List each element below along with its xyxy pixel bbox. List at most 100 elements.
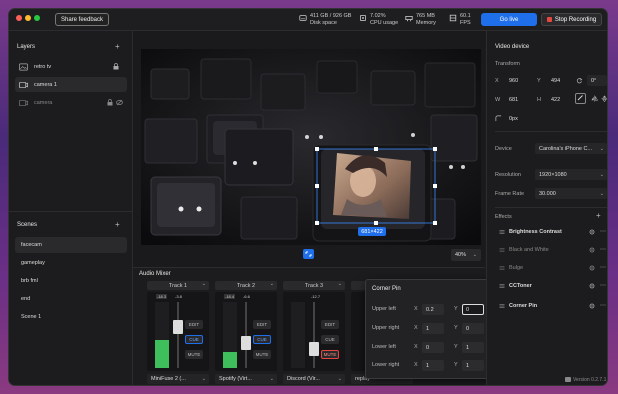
add-layer-button[interactable]: +	[115, 42, 120, 51]
h-input[interactable]: 422	[547, 94, 573, 105]
mute-button[interactable]: MUTE	[185, 350, 203, 359]
zoom-window-button[interactable]	[34, 15, 40, 21]
go-live-button[interactable]: Go live	[481, 13, 537, 26]
flip-horizontal-icon[interactable]	[591, 95, 598, 102]
corner-x-input[interactable]: 1	[422, 323, 444, 334]
close-window-button[interactable]	[16, 15, 22, 21]
lock-icon[interactable]	[107, 99, 113, 106]
resolution-value: 1920×1080	[539, 171, 567, 178]
gear-icon[interactable]	[589, 283, 595, 289]
cue-button[interactable]: CUE	[185, 335, 203, 344]
corner-radius-input[interactable]: 0px	[505, 113, 535, 124]
w-input[interactable]: 681	[505, 94, 533, 105]
layer-item[interactable]: camera 1	[15, 77, 127, 92]
more-icon[interactable]: ⋯	[600, 228, 606, 235]
mute-button[interactable]: MUTE	[321, 350, 339, 359]
volume-fader[interactable]	[309, 342, 319, 356]
y-axis-label: Y	[454, 306, 458, 312]
lock-aspect-button[interactable]	[575, 93, 586, 104]
add-scene-button[interactable]: +	[115, 220, 120, 229]
rotate-icon[interactable]	[576, 77, 583, 84]
track-header[interactable]: Track 1 ⌄	[147, 281, 209, 290]
flip-vertical-icon[interactable]	[601, 95, 608, 102]
track-channel: -18.4 -6.6 EDIT CUE MUTE	[215, 292, 277, 371]
track-source-select[interactable]: Discord (Vir... ⌄	[283, 374, 345, 384]
scene-item[interactable]: gameplay	[15, 255, 127, 271]
corner-x-input[interactable]: 0	[422, 342, 444, 353]
corner-x-input[interactable]: 1	[422, 360, 444, 371]
layer-item[interactable]: retro tv	[15, 59, 127, 74]
effect-item[interactable]: Brightness Contrast ⋯	[499, 227, 607, 237]
y-input[interactable]: 494	[547, 75, 573, 86]
corner-x-input[interactable]: 0.2	[422, 304, 444, 315]
lock-icon[interactable]	[113, 63, 119, 70]
more-icon[interactable]: ⋯	[600, 264, 606, 271]
gear-icon[interactable]	[589, 229, 595, 235]
gear-icon[interactable]	[589, 265, 595, 271]
fit-to-screen-button[interactable]	[303, 249, 314, 259]
corner-y-input[interactable]: 1	[462, 360, 484, 371]
add-effect-button[interactable]: +	[596, 211, 601, 220]
corner-y-input[interactable]: 0	[462, 304, 484, 315]
effect-label: Bulge	[509, 265, 524, 271]
cue-button[interactable]: CUE	[321, 335, 339, 344]
effect-item[interactable]: Bulge ⋯	[499, 263, 607, 273]
x-label: X	[495, 78, 499, 84]
minimize-window-button[interactable]	[25, 15, 31, 21]
stop-recording-button[interactable]: Stop Recording	[541, 13, 602, 26]
track-source-select[interactable]: MiniFuse 2 (... ⌄	[147, 374, 209, 384]
track-header[interactable]: Track 3 ⌄	[283, 281, 345, 290]
track-source-select[interactable]: Spotify (Virt... ⌄	[215, 374, 277, 384]
scene-item[interactable]: end	[15, 291, 127, 307]
effect-label: Corner Pin	[509, 303, 538, 309]
zoom-select[interactable]: 40% ⌄	[451, 249, 481, 261]
corner-pin-row: Upper left X 0.2 Y 0	[372, 304, 492, 315]
scene-item[interactable]: Scene 1	[15, 309, 127, 325]
x-axis-label: X	[414, 325, 418, 331]
zoom-value: 40%	[455, 252, 467, 258]
effect-item[interactable]: Corner Pin ⋯	[499, 301, 607, 311]
camera-icon	[19, 99, 28, 106]
more-icon[interactable]: ⋯	[600, 282, 606, 289]
edit-button[interactable]: EDIT	[185, 320, 203, 329]
scenes-title: Scenes	[17, 222, 38, 228]
share-feedback-button[interactable]: Share feedback	[55, 13, 109, 26]
corner-pin-popover: Corner Pin Upper left X 0.2 Y 0 Upper ri…	[365, 279, 495, 379]
disk-label: Disk space	[310, 20, 337, 26]
gear-icon[interactable]	[589, 303, 595, 309]
peak-right: -3.8	[175, 294, 182, 299]
volume-fader[interactable]	[241, 336, 251, 350]
volume-fader[interactable]	[173, 320, 183, 334]
device-label: Device	[495, 146, 512, 152]
effect-item[interactable]: Black and White ⋯	[499, 245, 607, 255]
more-icon[interactable]: ⋯	[600, 246, 606, 253]
device-select[interactable]: Carolina's iPhone C... ⌄	[535, 143, 607, 154]
effect-item[interactable]: CCToner ⋯	[499, 281, 607, 291]
eye-off-icon[interactable]	[116, 99, 123, 106]
corner-y-input[interactable]: 0	[462, 323, 484, 334]
level-meter-track	[291, 302, 305, 368]
x-input[interactable]: 960	[505, 75, 533, 86]
cue-button[interactable]: CUE	[253, 335, 271, 344]
edit-button[interactable]: EDIT	[321, 320, 339, 329]
stop-recording-label: Stop Recording	[554, 16, 597, 23]
gear-icon[interactable]	[589, 247, 595, 253]
effects-title: Effects	[495, 214, 512, 220]
rotation-input[interactable]: 0°	[587, 75, 607, 86]
scene-item[interactable]: facecam	[15, 237, 127, 253]
preview-canvas[interactable]: 681×422	[141, 49, 481, 245]
frame-rate-select[interactable]: 30.000 ⌄	[535, 188, 607, 199]
mute-button[interactable]: MUTE	[253, 350, 271, 359]
track-channel: -12.7 EDIT CUE MUTE	[283, 292, 345, 371]
resolution-select[interactable]: 1920×1080 ⌄	[535, 169, 607, 180]
corner-y-input[interactable]: 1	[462, 342, 484, 353]
more-icon[interactable]: ⋯	[600, 302, 606, 309]
cpu-icon	[360, 15, 366, 21]
effect-handle-icon	[499, 284, 505, 288]
layer-label: camera	[34, 99, 53, 106]
edit-button[interactable]: EDIT	[253, 320, 271, 329]
layer-item[interactable]: camera	[15, 95, 127, 110]
scene-item[interactable]: brb fml	[15, 273, 127, 289]
link-icon	[577, 95, 583, 101]
track-header[interactable]: Track 2 ⌄	[215, 281, 277, 290]
